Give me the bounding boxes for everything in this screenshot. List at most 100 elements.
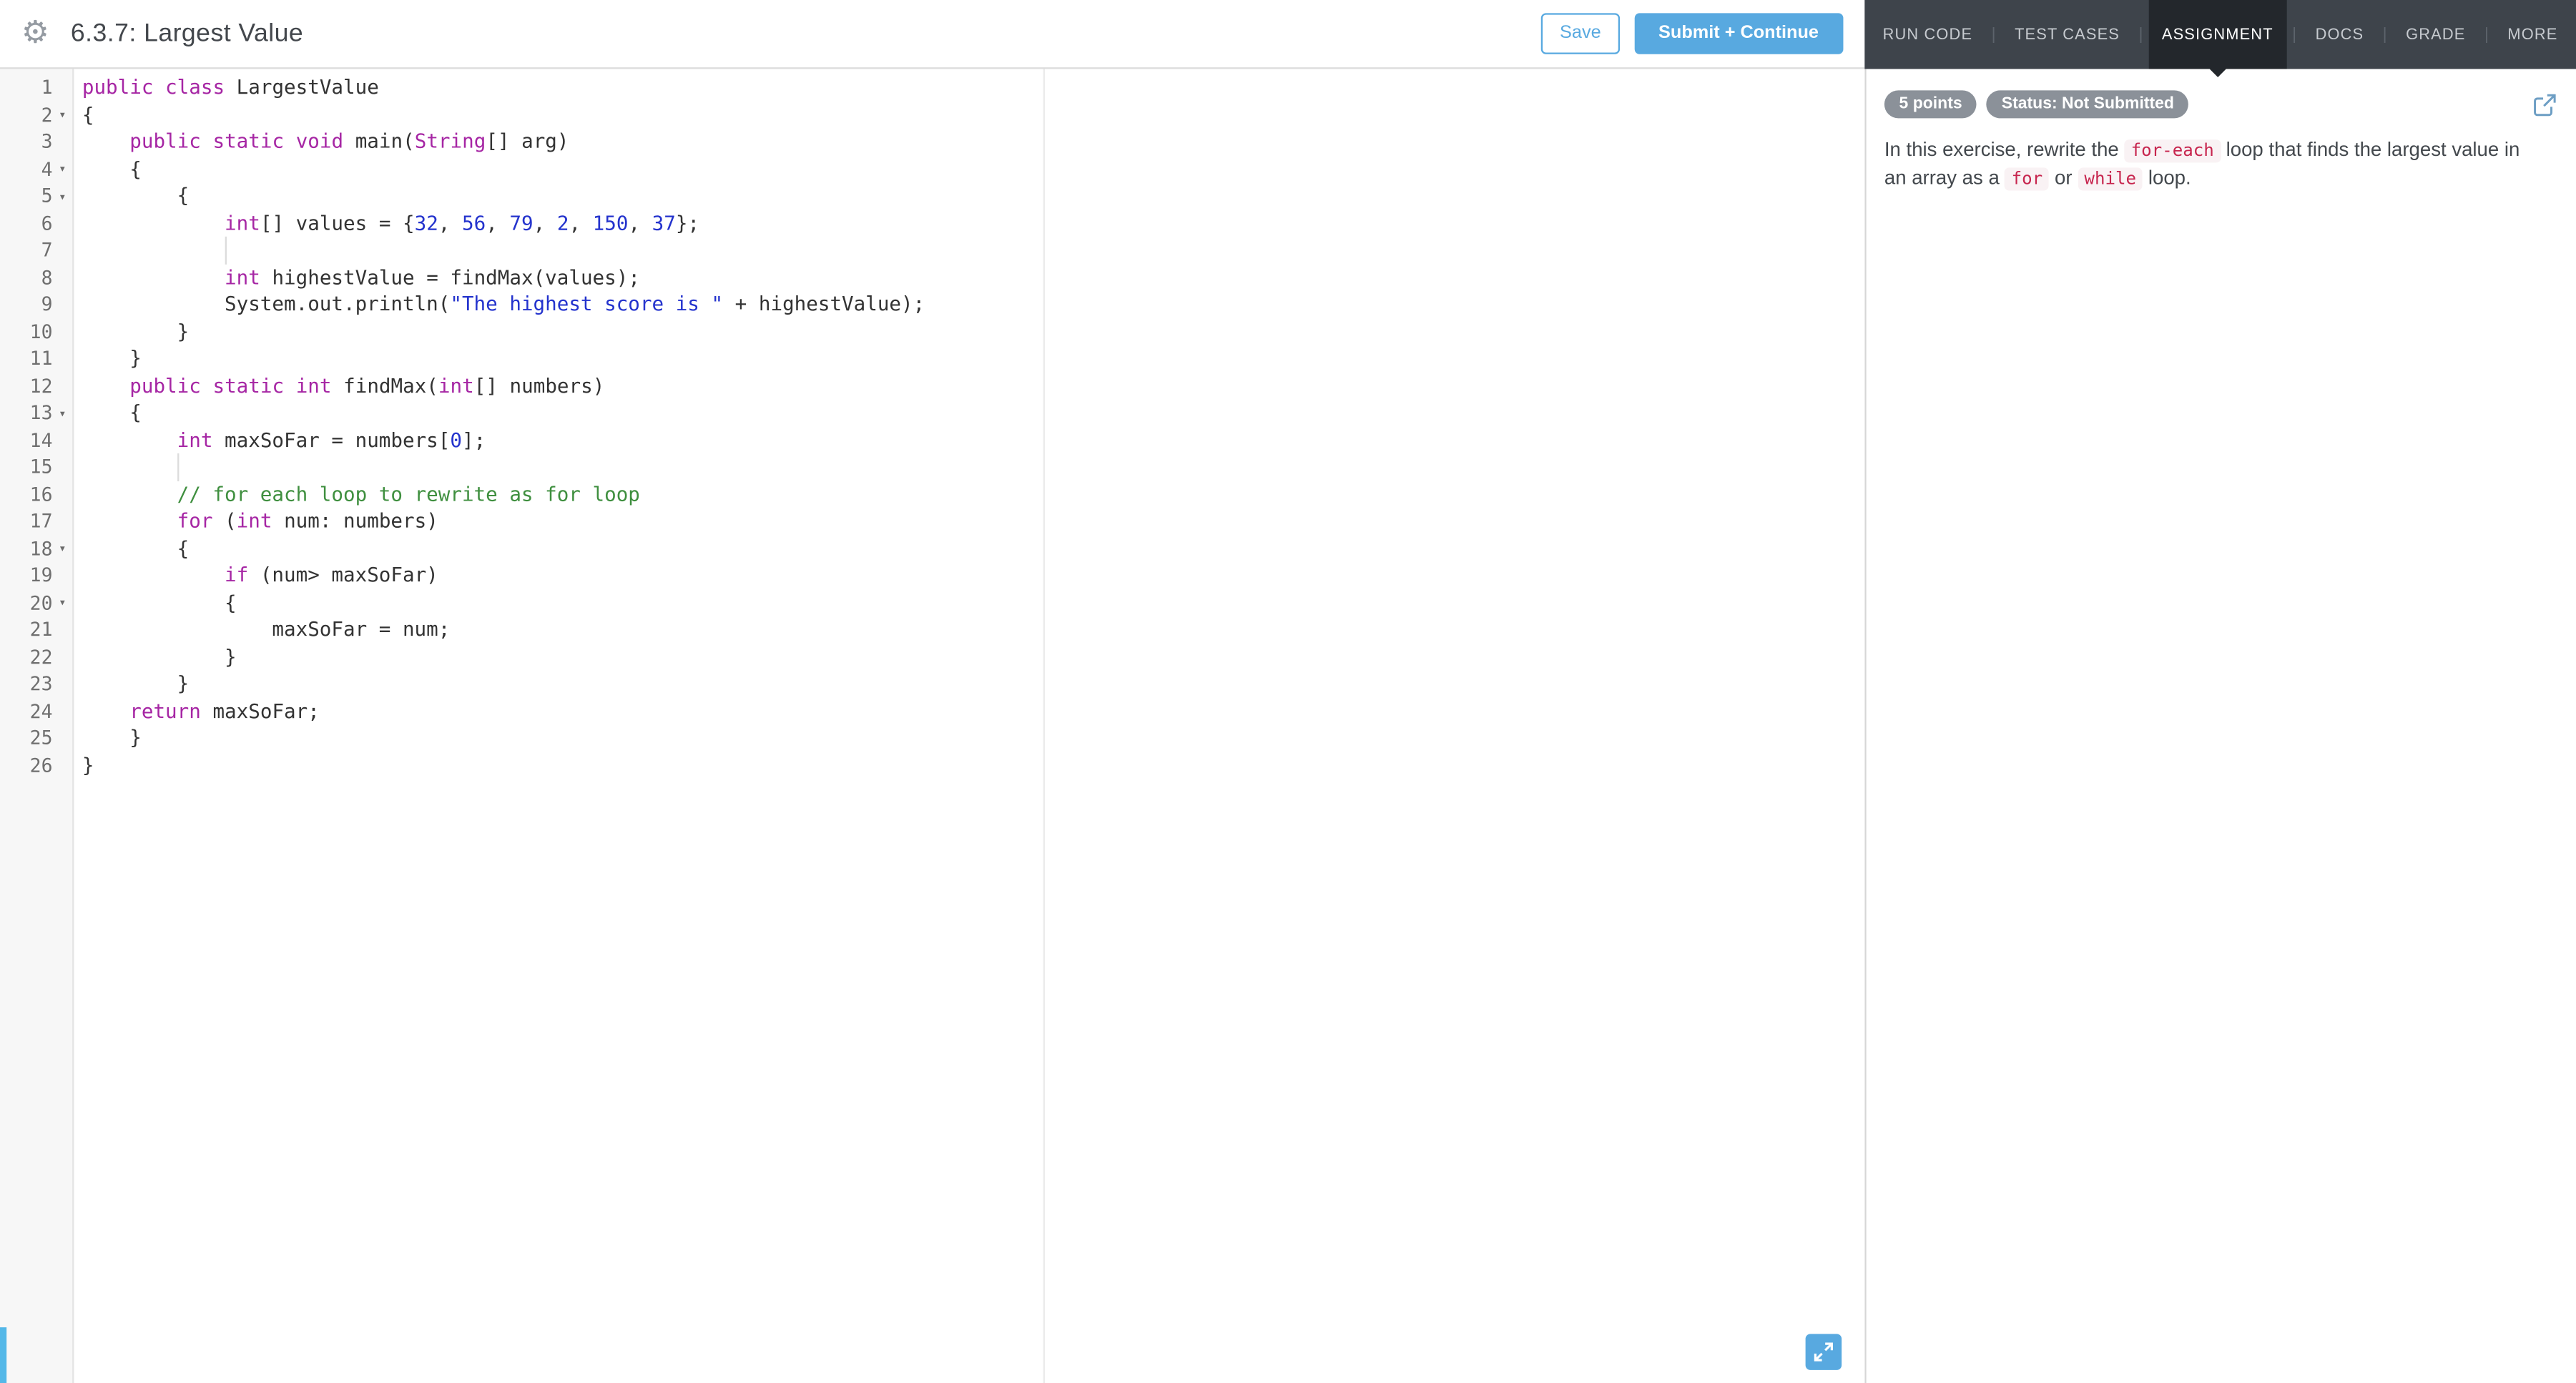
gutter-row: 23 xyxy=(0,670,72,697)
editor-topbar: ⚙ 6.3.7: Largest Value Save Submit + Con… xyxy=(0,0,1865,69)
gutter-row: 10 xyxy=(0,318,72,345)
line-number: 2 xyxy=(41,103,53,127)
submit-continue-button[interactable]: Submit + Continue xyxy=(1633,13,1844,54)
external-link-icon[interactable] xyxy=(2533,93,2556,116)
tab-assignment[interactable]: ASSIGNMENT xyxy=(2148,0,2287,77)
line-number: 14 xyxy=(29,428,53,452)
inline-code: for xyxy=(2005,168,2050,192)
code-line[interactable]: } xyxy=(82,752,1864,779)
line-number: 26 xyxy=(29,753,53,777)
code-line[interactable]: } xyxy=(82,318,1864,345)
line-number: 7 xyxy=(41,238,53,262)
tab-more[interactable]: MORE xyxy=(2494,0,2571,69)
line-number: 20 xyxy=(29,591,53,614)
gutter-row: 19 xyxy=(0,562,72,589)
line-number: 11 xyxy=(29,347,53,370)
tab-test-cases[interactable]: TEST CASES xyxy=(2002,0,2133,69)
code-line[interactable]: return maxSoFar; xyxy=(82,697,1864,724)
editor-gutter: 1 2 ▾ 3 4 ▾ 5 ▾ 6 7 8 9 10 11 12 13 ▾ 14 15 16 17 18 ▾ 19 20 ▾ 21 2… xyxy=(0,69,74,1383)
line-number: 16 xyxy=(29,482,53,506)
fold-chevron-down-icon[interactable]: ▾ xyxy=(53,109,73,121)
gutter-row: 5 ▾ xyxy=(0,182,72,210)
codehs-exercise-page: ⚙ 6.3.7: Largest Value Save Submit + Con… xyxy=(0,0,2576,1383)
code-line[interactable]: int[] values = {32, 56, 79, 2, 150, 37}; xyxy=(82,210,1864,237)
code-line[interactable]: } xyxy=(82,643,1864,670)
code-line[interactable] xyxy=(82,236,1864,264)
gutter-row: 14 xyxy=(0,426,72,453)
fold-chevron-down-icon[interactable]: ▾ xyxy=(53,542,73,554)
line-number: 13 xyxy=(29,401,53,425)
code-line[interactable]: } xyxy=(82,724,1864,752)
code-line[interactable]: } xyxy=(82,670,1864,697)
code-line[interactable]: { xyxy=(82,182,1864,210)
line-number: 22 xyxy=(29,645,53,669)
code-line[interactable]: maxSoFar = num; xyxy=(82,616,1864,643)
gutter-row: 24 xyxy=(0,697,72,724)
line-number: 5 xyxy=(41,184,53,208)
tab-run-code[interactable]: RUN CODE xyxy=(1869,0,1985,69)
line-number: 10 xyxy=(29,320,53,343)
fold-chevron-down-icon[interactable]: ▾ xyxy=(53,190,73,202)
indent-guide xyxy=(224,236,227,264)
line-number: 25 xyxy=(29,726,53,750)
code-line[interactable]: if (num> maxSoFar) xyxy=(82,562,1864,589)
code-line[interactable]: int highestValue = findMax(values); xyxy=(82,264,1864,291)
line-number: 3 xyxy=(41,130,53,154)
gutter-row: 6 xyxy=(0,210,72,237)
line-number: 4 xyxy=(41,157,53,181)
line-number: 12 xyxy=(29,374,53,398)
code-line[interactable]: public static int findMax(int[] numbers) xyxy=(82,372,1864,399)
line-number: 23 xyxy=(29,672,53,696)
settings-gear-icon[interactable]: ⚙ xyxy=(21,18,49,49)
indent-guide xyxy=(177,453,179,481)
expand-arrows-icon xyxy=(1814,1342,1833,1362)
gutter-row: 13 ▾ xyxy=(0,399,72,426)
tab-docs[interactable]: DOCS xyxy=(2302,0,2376,69)
description-text: loop. xyxy=(2143,166,2191,190)
code-line[interactable]: int maxSoFar = numbers[0]; xyxy=(82,426,1864,453)
line-number: 17 xyxy=(29,509,53,533)
line-number: 19 xyxy=(29,563,53,587)
tab-grade[interactable]: GRADE xyxy=(2393,0,2479,69)
gutter-row: 7 xyxy=(0,237,72,264)
code-line[interactable]: public static void main(String[] arg) xyxy=(82,128,1864,155)
gutter-row: 17 xyxy=(0,508,72,535)
inline-code: while xyxy=(2078,168,2143,192)
code-line[interactable]: } xyxy=(82,345,1864,372)
gutter-row: 15 xyxy=(0,453,72,481)
line-number: 24 xyxy=(29,699,53,723)
line-number: 6 xyxy=(41,211,53,235)
code-line[interactable]: for (int num: numbers) xyxy=(82,508,1864,535)
expand-editor-button[interactable] xyxy=(1805,1334,1842,1370)
assignment-panel: 5 points Status: Not Submitted In this e… xyxy=(1864,69,2576,1383)
fold-chevron-down-icon[interactable]: ▾ xyxy=(53,162,73,174)
right-panel-tabs: RUN CODE | TEST CASES | ASSIGNMENT | DOCS | GRAD… xyxy=(1864,0,2576,77)
code-line[interactable]: { xyxy=(82,399,1864,426)
code-line[interactable] xyxy=(82,453,1864,481)
tab-separator: | xyxy=(2484,25,2489,44)
description-text: In this exercise, rewrite the xyxy=(1884,137,2125,162)
code-line[interactable]: System.out.println("The highest score is… xyxy=(82,291,1864,318)
save-button[interactable]: Save xyxy=(1541,13,1619,54)
line-number: 9 xyxy=(41,292,53,316)
gutter-row: 18 ▾ xyxy=(0,535,72,562)
scroll-indicator xyxy=(0,1327,7,1383)
fold-chevron-down-icon[interactable]: ▾ xyxy=(53,596,73,609)
code-line[interactable]: // for each loop to rewrite as for loop xyxy=(82,481,1864,508)
code-line[interactable]: public class LargestValue xyxy=(82,74,1864,101)
code-line[interactable]: { xyxy=(82,589,1864,616)
inline-code: for-each xyxy=(2124,139,2221,163)
gutter-row: 2 ▾ xyxy=(0,101,72,128)
code-line[interactable]: { xyxy=(82,535,1864,562)
line-number: 8 xyxy=(41,265,53,289)
code-editor[interactable]: 1 2 ▾ 3 4 ▾ 5 ▾ 6 7 8 9 10 11 12 13 ▾ 14 15 16 17 18 ▾ 19 20 ▾ 21 2… xyxy=(0,69,1865,1383)
gutter-row: 22 xyxy=(0,643,72,670)
status-badge: Status: Not Submitted xyxy=(1987,90,2189,119)
code-line[interactable]: { xyxy=(82,101,1864,128)
fold-chevron-down-icon[interactable]: ▾ xyxy=(53,407,73,419)
code-line[interactable]: { xyxy=(82,155,1864,182)
line-number: 21 xyxy=(29,618,53,641)
gutter-row: 4 ▾ xyxy=(0,155,72,182)
editor-code[interactable]: public class LargestValue{ public static… xyxy=(76,69,1865,1383)
line-number: 1 xyxy=(41,76,53,99)
